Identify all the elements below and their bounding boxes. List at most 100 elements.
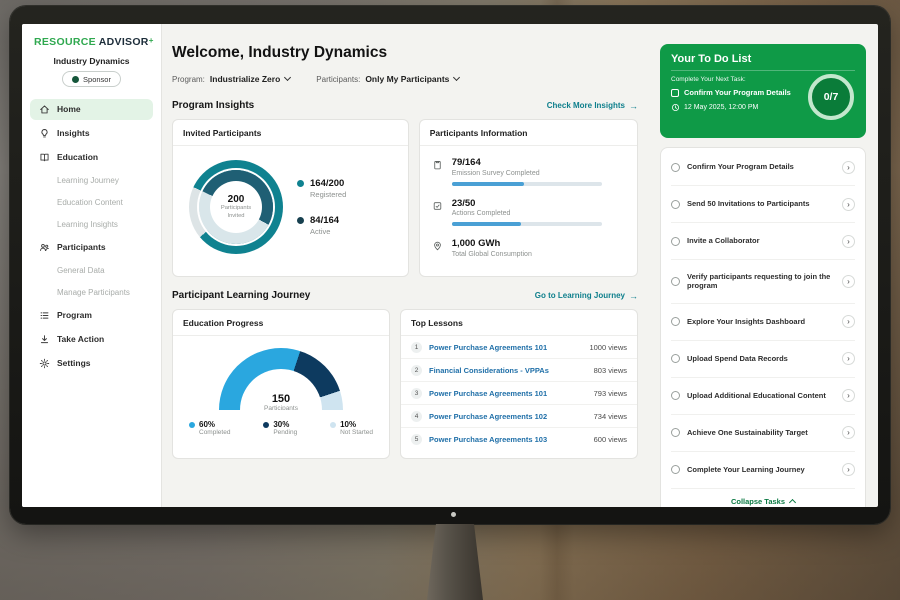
task-label: Upload Spend Data Records [687, 354, 835, 364]
task-checkbox[interactable] [671, 391, 680, 400]
logo-plus: + [149, 36, 154, 45]
sidebar-item-manage-participants[interactable]: Manage Participants [30, 283, 153, 302]
task-checkbox[interactable] [671, 354, 680, 363]
lesson-link[interactable]: Power Purchase Agreements 103 [429, 435, 587, 444]
todo-next-task[interactable]: Confirm Your Program Details [671, 88, 805, 97]
clock-icon [671, 103, 680, 112]
lesson-row: 4 Power Purchase Agreements 102 734 view… [401, 405, 637, 428]
task-label: Send 50 Invitations to Participants [687, 199, 835, 209]
sidebar-item-education-content[interactable]: Education Content [30, 193, 153, 212]
sidebar-item-program[interactable]: Program [30, 305, 153, 326]
sidebar-item-take-action[interactable]: Take Action [30, 329, 153, 350]
chevron-right-icon[interactable]: › [842, 352, 855, 365]
active-value: 84/164 [310, 215, 339, 226]
task-label: Complete Your Learning Journey [687, 465, 835, 475]
learning-cards-row: Education Progress 150 Participants [172, 309, 638, 459]
legend-value: 10% [340, 420, 373, 429]
lesson-views: 803 views [594, 366, 627, 375]
lesson-views: 793 views [594, 389, 627, 398]
registered-dot-icon [297, 180, 304, 187]
go-to-learning-journey-link[interactable]: Go to Learning Journey → [535, 291, 638, 301]
learning-journey-header: Participant Learning Journey Go to Learn… [172, 290, 638, 301]
sidebar-item-insights[interactable]: Insights [30, 123, 153, 144]
task-checkbox[interactable] [671, 277, 680, 286]
task-label: Verify participants requesting to join t… [687, 272, 835, 292]
task-row[interactable]: Complete Your Learning Journey › [671, 452, 855, 489]
collapse-tasks-button[interactable]: Collapse Tasks [671, 489, 855, 508]
stat-emission-survey: 79/164 Emission Survey Completed [432, 157, 625, 186]
chevron-right-icon[interactable]: › [842, 426, 855, 439]
lesson-link[interactable]: Power Purchase Agreements 101 [429, 343, 582, 352]
chevron-right-icon[interactable]: › [842, 315, 855, 328]
lesson-rank: 3 [411, 388, 422, 399]
task-checkbox[interactable] [671, 200, 680, 209]
home-icon [38, 103, 50, 115]
task-row[interactable]: Verify participants requesting to join t… [671, 260, 855, 304]
not-started-dot-icon [330, 422, 336, 428]
book-icon [38, 151, 50, 163]
sidebar-item-label: Education [57, 152, 98, 162]
invited-card-body: 200 Participants Invited 164/200 Registe… [173, 146, 408, 268]
task-row[interactable]: Confirm Your Program Details › [671, 149, 855, 186]
sidebar-item-label: Participants [57, 242, 106, 252]
section-title: Participant Learning Journey [172, 290, 310, 301]
gauge-center-value: 150 [219, 393, 343, 405]
participants-dropdown[interactable]: Participants: Only My Participants [316, 74, 459, 84]
legend-item-not-started: 10% Not Started [330, 420, 373, 436]
chevron-right-icon[interactable]: › [842, 275, 855, 288]
participants-value: Only My Participants [365, 74, 449, 84]
sidebar-item-home[interactable]: Home [30, 99, 153, 120]
sidebar-item-participants[interactable]: Participants [30, 237, 153, 258]
task-checkbox[interactable] [671, 237, 680, 246]
lesson-link[interactable]: Power Purchase Agreements 102 [429, 412, 587, 421]
task-checkbox[interactable] [671, 163, 680, 172]
stat-label: Actions Completed [452, 210, 602, 217]
chevron-down-icon [453, 74, 460, 81]
program-dropdown[interactable]: Program: Industrialize Zero [172, 74, 290, 84]
chevron-right-icon[interactable]: › [842, 198, 855, 211]
program-insights-header: Program Insights Check More Insights → [172, 100, 638, 111]
task-row[interactable]: Achieve One Sustainability Target › [671, 415, 855, 452]
progress-bar-track [452, 222, 602, 226]
chevron-right-icon[interactable]: › [842, 463, 855, 476]
task-checkbox[interactable] [671, 428, 680, 437]
chevron-right-icon[interactable]: › [842, 235, 855, 248]
card-title: Invited Participants [173, 120, 408, 146]
task-row[interactable]: Upload Spend Data Records › [671, 341, 855, 378]
lesson-views: 1000 views [589, 343, 627, 352]
lesson-rank: 1 [411, 342, 422, 353]
sponsor-badge-label: Sponsor [83, 75, 111, 84]
chevron-right-icon[interactable]: › [842, 389, 855, 402]
sidebar-nav: Home Insights Education Learning Journey… [22, 97, 161, 375]
sidebar-item-general-data[interactable]: General Data [30, 261, 153, 280]
task-row[interactable]: Invite a Collaborator › [671, 223, 855, 260]
legend-item-active: 84/164 Active [297, 215, 346, 236]
location-pin-icon [432, 239, 444, 258]
todo-title: Your To Do List [671, 53, 855, 71]
task-checkbox[interactable] [671, 317, 680, 326]
progress-bar-track [452, 182, 602, 186]
legend-label: Pending [273, 429, 297, 436]
check-more-insights-link[interactable]: Check More Insights → [547, 101, 638, 111]
dashboard-screen: RESOURCE ADVISOR+ Industry Dynamics Spon… [22, 24, 878, 507]
invited-donut-chart: 200 Participants Invited [189, 160, 283, 254]
link-label: Go to Learning Journey [535, 291, 625, 300]
sidebar-item-learning-journey[interactable]: Learning Journey [30, 171, 153, 190]
sidebar-item-learning-insights[interactable]: Learning Insights [30, 215, 153, 234]
program-value: Industrialize Zero [210, 74, 280, 84]
donut-center-label: Participants Invited [218, 205, 254, 219]
sidebar-item-education[interactable]: Education [30, 147, 153, 168]
sidebar-item-label: Learning Insights [57, 220, 118, 229]
task-row[interactable]: Explore Your Insights Dashboard › [671, 304, 855, 341]
legend-label: Completed [199, 429, 230, 436]
invited-participants-card: Invited Participants 200 Participants In… [172, 119, 409, 277]
education-gauge-chart: 150 Participants [219, 348, 343, 410]
sidebar-item-settings[interactable]: Settings [30, 353, 153, 374]
task-checkbox[interactable] [671, 465, 680, 474]
chevron-right-icon[interactable]: › [842, 161, 855, 174]
checkbox-icon[interactable] [671, 89, 679, 97]
lesson-link[interactable]: Power Purchase Agreements 101 [429, 389, 587, 398]
task-row[interactable]: Upload Additional Educational Content › [671, 378, 855, 415]
task-row[interactable]: Send 50 Invitations to Participants › [671, 186, 855, 223]
lesson-link[interactable]: Financial Considerations - VPPAs [429, 366, 587, 375]
